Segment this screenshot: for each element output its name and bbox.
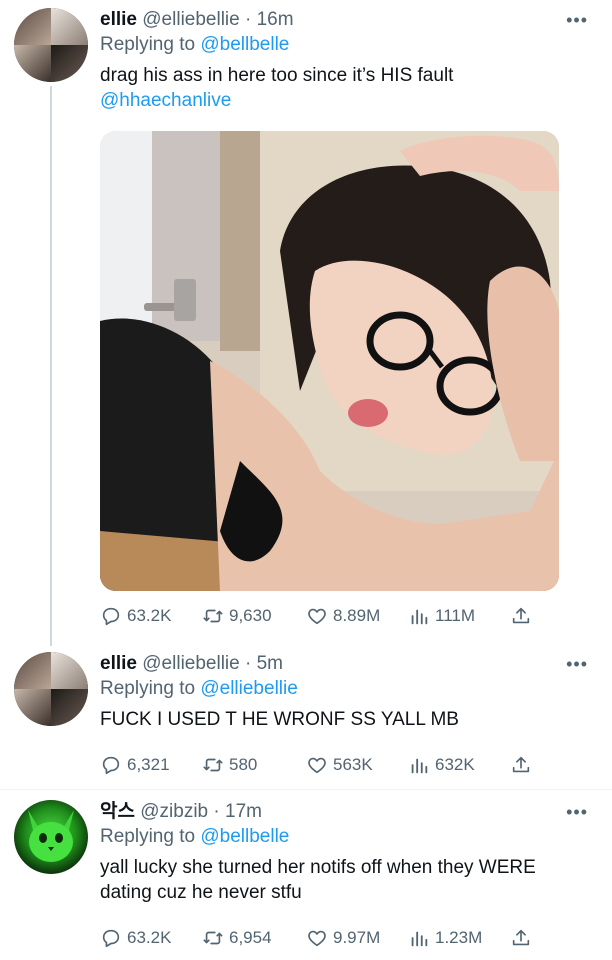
share-icon <box>512 607 530 624</box>
timestamp[interactable]: 16m <box>257 9 294 30</box>
tweet-2[interactable]: ellie @elliebellie · 5m ••• Replying to … <box>0 642 612 788</box>
retweet-button[interactable]: 6,954 <box>202 925 272 951</box>
thread-line <box>50 86 52 646</box>
separator-dot: · <box>245 653 252 674</box>
replying-to-label: Replying to <box>100 678 196 699</box>
display-name[interactable]: ellie <box>100 9 137 30</box>
views-bar-chart-icon <box>411 758 428 774</box>
views-bar-chart-icon <box>411 931 428 947</box>
retweet-icon <box>203 931 223 945</box>
tweet-text: yall lucky she turned her notifs off whe… <box>100 857 536 903</box>
tweet-header: 악스 @zibzib · 17m <box>100 800 588 824</box>
views-count: 111M <box>435 606 476 625</box>
display-name[interactable]: 악스 <box>100 801 135 822</box>
views-count: 632K <box>435 755 475 774</box>
views-count: 1.23M <box>435 928 483 947</box>
photo-illustration <box>100 131 559 591</box>
retweet-count: 6,954 <box>229 928 272 947</box>
retweet-icon <box>203 758 223 772</box>
tweet-text-line: drag his ass in here too since it’s HIS … <box>100 65 454 86</box>
replying-to-handle[interactable]: @elliebellie <box>200 678 297 699</box>
tweet-3[interactable]: 악스 @zibzib · 17m ••• Replying to @bellbe… <box>0 790 612 960</box>
replying-to-handle[interactable]: @bellbelle <box>200 826 289 847</box>
retweet-button[interactable]: 9,630 <box>202 603 272 629</box>
reply-button[interactable]: 6,321 <box>100 752 170 778</box>
retweet-button[interactable]: 580 <box>202 752 257 778</box>
views-bar-chart-icon <box>411 609 428 625</box>
reply-button[interactable]: 63.2K <box>100 603 171 629</box>
avatar[interactable] <box>14 800 88 874</box>
reply-icon <box>102 929 120 948</box>
replying-to: Replying to @bellbelle <box>100 33 588 57</box>
reply-icon <box>102 756 120 775</box>
views-button[interactable]: 1.23M <box>408 925 482 951</box>
retweet-count: 580 <box>229 755 258 774</box>
reply-icon <box>102 607 120 626</box>
action-bar: 63.2K 6,954 9.97M 1.23M <box>100 925 540 951</box>
heart-icon <box>308 930 326 947</box>
views-button[interactable]: 111M <box>408 603 475 629</box>
retweet-icon <box>203 609 223 623</box>
share-button[interactable] <box>510 925 537 951</box>
like-count: 563K <box>333 755 373 774</box>
separator-dot: · <box>213 801 220 822</box>
avatar[interactable] <box>14 652 88 726</box>
more-horizontal-icon[interactable]: ••• <box>566 654 588 675</box>
like-count: 8.89M <box>333 606 381 625</box>
share-button[interactable] <box>510 752 537 778</box>
timestamp[interactable]: 17m <box>225 801 262 822</box>
more-horizontal-icon[interactable]: ••• <box>566 10 588 31</box>
avatar[interactable] <box>14 8 88 82</box>
tweet-photo[interactable] <box>100 131 559 591</box>
reply-button[interactable]: 63.2K <box>100 925 171 951</box>
timestamp[interactable]: 5m <box>257 653 283 674</box>
replying-to-label: Replying to <box>100 826 196 847</box>
action-bar: 6,321 580 563K 632K <box>100 752 540 778</box>
display-name[interactable]: ellie <box>100 653 137 674</box>
like-button[interactable]: 563K <box>306 752 373 778</box>
replying-to-handle[interactable]: @bellbelle <box>200 34 289 55</box>
username[interactable]: @zibzib <box>140 801 208 822</box>
heart-icon <box>308 608 326 625</box>
tweet-header: ellie @elliebellie · 16m <box>100 8 588 32</box>
reply-count: 63.2K <box>127 606 172 625</box>
tweet-1[interactable]: ellie @elliebellie · 16m ••• Replying to… <box>0 0 612 646</box>
share-icon <box>512 756 530 773</box>
share-icon <box>512 929 530 946</box>
replying-to: Replying to @bellbelle <box>100 825 588 849</box>
separator-dot: · <box>245 9 252 30</box>
reply-count: 63.2K <box>127 928 172 947</box>
mention-link[interactable]: @hhaechanlive <box>100 88 588 113</box>
like-count: 9.97M <box>333 928 381 947</box>
replying-to: Replying to @elliebellie <box>100 677 588 701</box>
like-button[interactable]: 8.89M <box>306 603 380 629</box>
cat-avatar-illustration <box>28 810 74 862</box>
share-button[interactable] <box>510 603 537 629</box>
username[interactable]: @elliebellie <box>142 653 239 674</box>
retweet-count: 9,630 <box>229 606 272 625</box>
action-bar: 63.2K 9,630 8.89M 111M <box>100 603 540 629</box>
heart-icon <box>308 757 326 774</box>
tweet-text: drag his ass in here too since it’s HIS … <box>100 63 588 113</box>
reply-count: 6,321 <box>127 755 170 774</box>
tweet-text: FUCK I USED T HE WRONF SS YALL MB <box>100 709 459 730</box>
like-button[interactable]: 9.97M <box>306 925 380 951</box>
tweet-header: ellie @elliebellie · 5m <box>100 652 588 676</box>
views-button[interactable]: 632K <box>408 752 475 778</box>
more-horizontal-icon[interactable]: ••• <box>566 802 588 823</box>
replying-to-label: Replying to <box>100 34 196 55</box>
username[interactable]: @elliebellie <box>142 9 239 30</box>
